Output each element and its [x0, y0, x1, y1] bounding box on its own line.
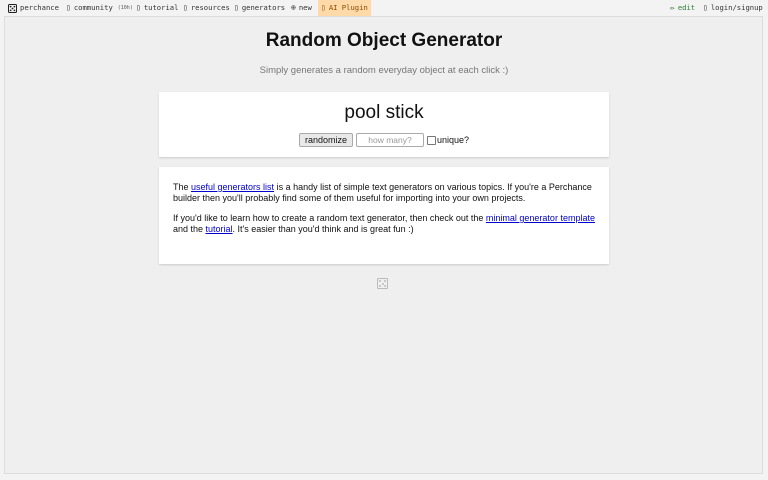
- dice-pip: [384, 285, 386, 287]
- nav-resources-label: resources: [190, 3, 230, 12]
- dice-icon: [8, 3, 17, 13]
- tutorial-link[interactable]: tutorial: [206, 224, 233, 234]
- list-icon: ▯: [234, 3, 239, 12]
- generator-controls: randomize unique?: [159, 133, 609, 147]
- dice-pip: [379, 285, 381, 287]
- chat-icon: ▯: [66, 3, 71, 12]
- unique-label: unique?: [436, 135, 470, 145]
- pencil-icon: ✏: [670, 3, 675, 12]
- page-title: Random Object Generator: [265, 30, 503, 51]
- nav-new-link[interactable]: ⊕ new: [291, 0, 312, 16]
- minimal-template-link[interactable]: minimal generator template: [486, 213, 595, 223]
- plus-circle-icon: ⊕: [291, 3, 296, 12]
- nav-generators-label: generators: [241, 3, 286, 12]
- info-paragraph-1: The useful generators list is a handy li…: [173, 182, 595, 204]
- generator-card: pool stick randomize unique?: [159, 92, 609, 157]
- nav-tutorial-link[interactable]: ▯ tutorial: [136, 0, 178, 16]
- how-many-input[interactable]: [355, 133, 424, 147]
- toolbox-icon: ▯: [183, 3, 188, 12]
- info-text: . It's easier than you'd think and is gr…: [232, 224, 414, 234]
- nav-resources-link[interactable]: ▯ resources: [183, 0, 230, 16]
- nav-brand-link[interactable]: perchance: [8, 0, 59, 16]
- info-text: The: [173, 182, 192, 192]
- nav-ai-plugin-label: AI Plugin: [328, 3, 368, 12]
- nav-community-label: community: [73, 3, 113, 12]
- nav-tutorial-label: tutorial: [143, 3, 179, 12]
- info-paragraph-2: If you'd like to learn how to create a r…: [173, 213, 595, 235]
- nav-community-count: (10h): [117, 5, 133, 11]
- generated-result: pool stick: [344, 102, 424, 123]
- book-icon: ▯: [136, 3, 141, 12]
- unique-toggle[interactable]: unique?: [426, 135, 470, 145]
- nav-login-label: login/signup: [710, 3, 763, 12]
- dice-pip: [381, 282, 384, 285]
- footer-dice-icon[interactable]: [377, 278, 388, 289]
- info-text: If you'd like to learn how to create a r…: [173, 213, 486, 223]
- useful-generators-link[interactable]: useful generators list: [191, 182, 274, 192]
- dice-pip: [379, 280, 381, 282]
- top-nav: perchance ▯ community (10h) ▯ tutorial ▯…: [0, 0, 768, 16]
- nav-login-link[interactable]: ▯ login/signup: [703, 0, 763, 16]
- user-icon: ▯: [703, 3, 708, 12]
- robot-icon: ▯: [321, 3, 326, 12]
- nav-generators-link[interactable]: ▯ generators: [234, 0, 285, 16]
- page-subtitle: Simply generates a random everyday objec…: [259, 65, 509, 76]
- info-text: and the: [173, 224, 206, 234]
- nav-edit-link[interactable]: ✏ edit: [670, 0, 695, 16]
- nav-new-label: new: [298, 3, 312, 12]
- nav-edit-label: edit: [677, 3, 696, 12]
- nav-community-link[interactable]: ▯ community (10h): [66, 0, 133, 16]
- randomize-button[interactable]: randomize: [298, 133, 353, 147]
- unique-checkbox[interactable]: [426, 135, 436, 145]
- nav-ai-plugin-link[interactable]: ▯ AI Plugin: [318, 0, 371, 16]
- nav-brand-label: perchance: [20, 3, 59, 12]
- dice-pip: [384, 280, 386, 282]
- info-card: The useful generators list is a handy li…: [159, 167, 609, 264]
